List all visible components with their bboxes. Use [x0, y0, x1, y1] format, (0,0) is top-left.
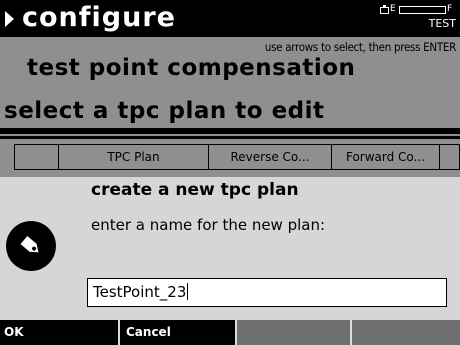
text-cursor [187, 283, 189, 300]
dialog-prompt: enter a name for the new plan: [91, 216, 326, 234]
navigation-hint: use arrows to select, then press ENTER [264, 40, 456, 54]
softkey-bar: OK Cancel [0, 320, 460, 345]
column-header-extra[interactable] [440, 145, 460, 169]
battery-gauge [399, 6, 446, 14]
dialog-title: create a new tpc plan [91, 180, 299, 200]
plan-name-value: TestPoint_23 [93, 283, 187, 301]
mode-label: TEST [428, 17, 456, 30]
screen-title: test point compensation [27, 55, 356, 81]
divider [0, 136, 460, 139]
battery-empty-label: E [390, 4, 396, 14]
tag-icon [5, 220, 57, 272]
plan-name-input[interactable]: TestPoint_23 [87, 278, 447, 307]
battery-icon [380, 5, 389, 14]
column-header-reverse[interactable]: Reverse Co... [209, 145, 332, 169]
table-header: TPC Plan Reverse Co... Forward Co... [14, 144, 460, 170]
column-header-select[interactable] [15, 145, 59, 169]
ok-button[interactable]: OK [0, 320, 118, 345]
title-bar: configure E F TEST [0, 0, 460, 37]
softkey-4[interactable] [350, 320, 460, 345]
softkey-3[interactable] [235, 320, 350, 345]
triangle-right-icon [5, 11, 14, 27]
divider [0, 128, 460, 134]
app-title: configure [22, 2, 176, 33]
section-title: select a tpc plan to edit [4, 98, 325, 124]
column-header-forward[interactable]: Forward Co... [332, 145, 440, 169]
battery-full-label: F [447, 4, 453, 14]
cancel-button[interactable]: Cancel [118, 320, 235, 345]
create-plan-dialog: create a new tpc plan enter a name for t… [0, 177, 460, 320]
battery-indicator: E F [380, 4, 454, 16]
column-header-tpc-plan[interactable]: TPC Plan [59, 145, 209, 169]
